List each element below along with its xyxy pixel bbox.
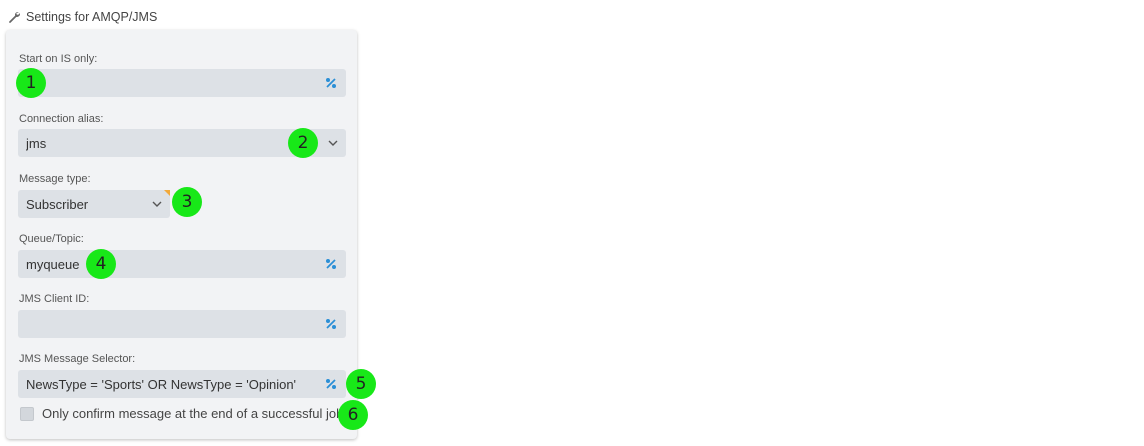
annotation-badge-5: 5 [346,369,376,399]
variable-icon[interactable] [324,257,338,271]
jms-client-id-input[interactable] [18,310,346,338]
start-on-is-label: Start on IS only: [19,53,98,65]
settings-title: Settings for AMQP/JMS [26,10,158,24]
connection-alias-value: jms [26,135,47,151]
queue-topic-input[interactable]: myqueue [18,250,346,278]
message-type-label: Message type: [19,173,91,185]
annotation-badge-6: 6 [338,400,368,430]
jms-client-id-label: JMS Client ID: [19,293,90,305]
annotation-badge-1: 1 [16,68,46,98]
annotation-badge-4: 4 [86,249,116,279]
queue-topic-label: Queue/Topic: [19,233,84,245]
confirm-at-end-checkbox[interactable] [20,406,34,421]
variable-icon[interactable] [324,76,338,90]
modified-indicator [164,190,170,196]
settings-header: Settings for AMQP/JMS [7,10,157,24]
queue-topic-value: myqueue [26,256,80,272]
connection-alias-label: Connection alias: [19,113,104,125]
annotation-badge-2: 2 [288,128,318,158]
settings-panel: Start on IS only: Connection alias: jms … [6,30,357,439]
annotation-badge-3: 3 [172,187,202,217]
confirm-at-end-option[interactable]: Only confirm message at the end of a suc… [20,406,343,421]
jms-message-selector-value: NewsType = 'Sports' OR NewsType = 'Opini… [26,376,297,392]
confirm-at-end-label: Only confirm message at the end of a suc… [42,406,344,421]
wrench-icon [9,12,20,23]
message-type-select[interactable]: Subscriber [18,190,170,218]
variable-icon[interactable] [324,377,338,391]
jms-message-selector-label: JMS Message Selector: [19,353,136,365]
chevron-down-icon [328,140,338,146]
chevron-down-icon [152,201,162,207]
start-on-is-input[interactable] [18,69,346,97]
variable-icon[interactable] [324,317,338,331]
jms-message-selector-input[interactable]: NewsType = 'Sports' OR NewsType = 'Opini… [18,370,346,398]
message-type-value: Subscriber [26,196,89,212]
